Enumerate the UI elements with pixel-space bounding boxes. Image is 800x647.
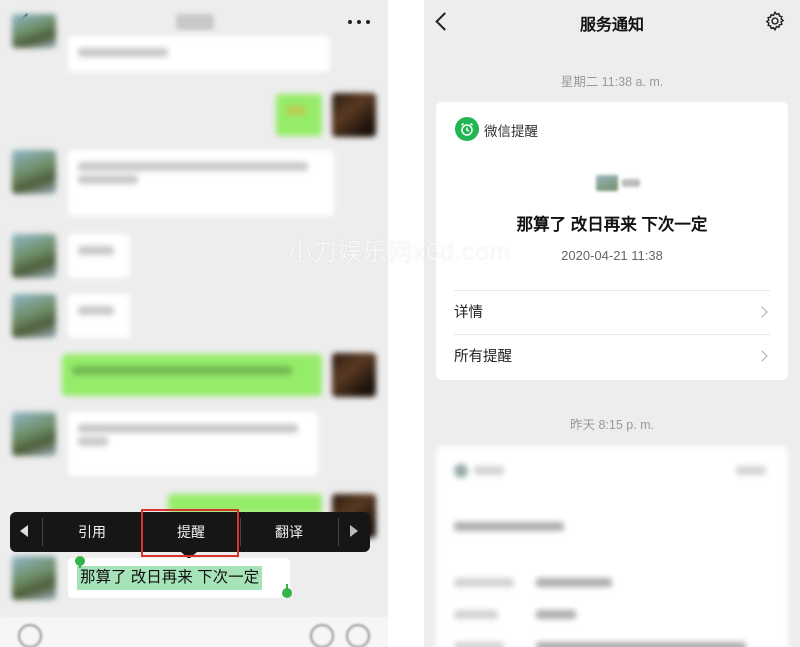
message-bubble[interactable] (68, 294, 130, 338)
selected-message-text[interactable]: 那算了 改日再来 下次一定 (77, 566, 263, 590)
message-bubble[interactable] (62, 354, 322, 396)
timestamp-label: 星期二 11:38 a. m. (560, 75, 664, 89)
all-reminders-label: 所有提醒 (454, 349, 512, 365)
timestamp-label: 昨天 8:15 p. m. (569, 418, 655, 432)
menu-item-translate[interactable]: 翻译 (241, 512, 337, 552)
avatar[interactable] (12, 556, 56, 600)
plus-icon[interactable] (346, 624, 370, 647)
avatar[interactable] (332, 353, 376, 397)
avatar[interactable] (12, 150, 56, 194)
chevron-right-icon (756, 350, 768, 362)
details-row[interactable]: 详情 (454, 291, 770, 335)
avatar[interactable] (12, 294, 56, 338)
sender-name-blurred (622, 179, 640, 187)
avatar[interactable] (12, 412, 56, 456)
service-notification-screen: 服务通知 星期二 11:38 a. m. 微信提醒 那算了 改日再来 下次一定 … (424, 0, 800, 647)
highlight-box (141, 509, 239, 557)
watermark: 小刀娱乐网x6d.com (288, 239, 511, 266)
avatar[interactable] (12, 234, 56, 278)
message-bubble[interactable] (68, 234, 130, 278)
menu-next-icon[interactable] (350, 525, 358, 537)
notification-header: 服务通知 (424, 0, 800, 44)
page-title: 服务通知 (579, 17, 644, 34)
details-label: 详情 (454, 305, 483, 321)
message-bubble[interactable] (68, 36, 330, 72)
card-brand-name: 微信提醒 (484, 124, 538, 139)
avatar[interactable] (12, 14, 56, 48)
message-bubble[interactable] (68, 412, 318, 476)
menu-item-quote[interactable]: 引用 (43, 512, 141, 552)
selection-handle-start[interactable] (75, 556, 85, 566)
menu-divider (338, 518, 339, 546)
sender-avatar-blurred (596, 175, 618, 191)
chat-screen: 引用 提醒 翻译 那算了 改日再来 下次一定 (0, 0, 388, 647)
more-icon[interactable] (348, 20, 370, 26)
chat-title-blurred (176, 14, 214, 30)
chevron-right-icon (756, 306, 768, 318)
gear-icon[interactable] (764, 10, 786, 32)
selection-handle-end[interactable] (282, 588, 292, 598)
notification-card-blurred[interactable] (436, 446, 788, 647)
emoji-icon[interactable] (310, 624, 334, 647)
menu-prev-icon[interactable] (20, 525, 28, 537)
message-bubble[interactable] (276, 94, 322, 136)
voice-icon[interactable] (18, 624, 42, 647)
avatar[interactable] (332, 93, 376, 137)
message-bubble[interactable] (68, 150, 334, 216)
all-reminders-row[interactable]: 所有提醒 (454, 335, 770, 379)
alarm-clock-icon (455, 117, 479, 141)
